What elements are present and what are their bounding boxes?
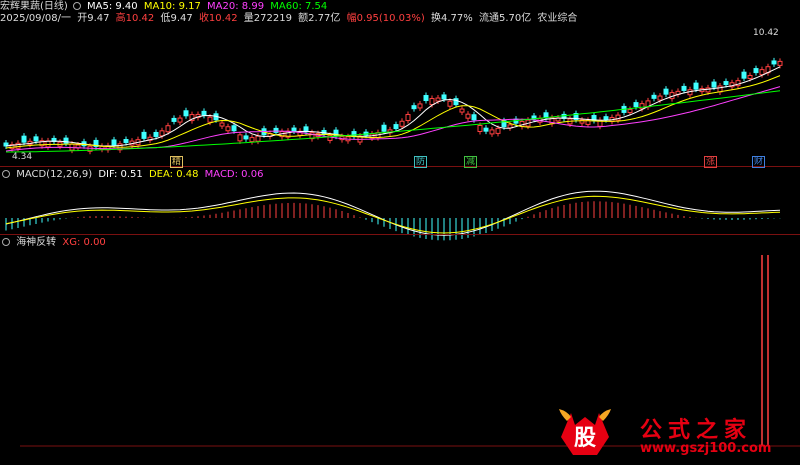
dif-line <box>5 190 781 236</box>
candle-body <box>423 95 429 102</box>
candle-body <box>723 81 729 86</box>
candle-body <box>411 105 417 110</box>
candle-body <box>291 127 297 132</box>
candle-body <box>489 129 495 135</box>
candle-body <box>273 127 279 133</box>
signal-tag-jing[interactable]: 精 <box>170 156 184 168</box>
candle-body <box>651 94 657 99</box>
candle-body <box>165 125 171 133</box>
gszj-logo-icon: 股 <box>559 409 611 455</box>
settings-icon[interactable] <box>2 170 10 178</box>
dea-line <box>5 195 781 234</box>
candle-body <box>207 116 213 123</box>
xg-signal-series <box>761 255 769 446</box>
candle-body <box>159 130 165 137</box>
candle-body <box>435 97 441 102</box>
candle-body <box>483 127 489 132</box>
panel-divider <box>0 166 800 167</box>
candle-body <box>255 135 261 142</box>
macd-series <box>5 190 781 241</box>
candle-body <box>111 139 117 146</box>
candle-body <box>141 131 147 139</box>
macd-title[interactable]: MACD(12,26,9) <box>16 169 92 180</box>
candle-body <box>753 68 759 74</box>
candle-body <box>495 127 501 134</box>
ma5-line <box>5 66 781 147</box>
ma10-line <box>5 75 781 149</box>
panel-divider <box>0 234 800 235</box>
candle-body <box>327 134 333 141</box>
candle-body <box>663 88 669 95</box>
candle-body <box>225 126 231 132</box>
watermark-logo-char: 股 <box>574 426 596 451</box>
low-price-label: 4.34 <box>12 152 33 162</box>
candle-body <box>747 74 753 79</box>
candle-body <box>477 124 483 132</box>
candle-body <box>231 125 237 132</box>
candle-body <box>21 135 27 143</box>
candle-body <box>237 134 243 142</box>
candle-body <box>243 135 249 140</box>
candle-body <box>219 122 225 127</box>
candle-body <box>693 82 699 90</box>
moving-average-lines <box>5 66 781 153</box>
candle-body <box>771 60 777 65</box>
candle-body <box>171 117 177 122</box>
candle-body <box>123 139 129 144</box>
signal-tag-jian[interactable]: 减 <box>464 156 478 168</box>
high-price-label: 10.42 <box>753 28 779 38</box>
candle-body <box>741 71 747 79</box>
candlestick-series <box>3 57 783 155</box>
chart-canvas[interactable] <box>0 0 800 465</box>
signal-tag-cai[interactable]: 财 <box>752 156 766 168</box>
candle-body <box>183 110 189 117</box>
ma20-line <box>5 86 781 152</box>
indicator-name[interactable]: 海神反转 <box>16 237 56 248</box>
candle-body <box>201 110 207 116</box>
macd-dea: DEA: 0.48 <box>148 169 199 180</box>
candle-body <box>711 81 717 88</box>
candle-body <box>177 117 183 123</box>
candle-body <box>603 116 609 121</box>
candle-body <box>759 69 765 76</box>
indicator-header: 海神反转 XG: 0.00 <box>0 237 109 249</box>
candle-body <box>45 140 51 148</box>
macd-dif: DIF: 0.51 <box>98 169 143 180</box>
candle-body <box>405 114 411 122</box>
signal-tag-zhang[interactable]: 涨 <box>704 156 718 168</box>
candle-body <box>459 108 465 113</box>
candle-body <box>465 113 471 119</box>
macd-value: MACD: 0.06 <box>204 169 264 180</box>
candle-body <box>381 124 387 132</box>
candle-body <box>657 95 663 101</box>
candle-body <box>447 100 453 107</box>
macd-header: MACD(12,26,9) DIF: 0.51 DEA: 0.48 MACD: … <box>0 169 266 181</box>
watermark-url: www.gszj100.com <box>640 441 772 456</box>
candle-body <box>777 60 783 66</box>
watermark-text: 公式之家 <box>640 417 753 443</box>
candle-body <box>627 109 633 114</box>
candle-body <box>453 98 459 106</box>
candle-body <box>417 103 423 109</box>
candle-body <box>705 87 711 93</box>
candle-body <box>393 124 399 130</box>
candle-body <box>429 98 435 106</box>
candle-body <box>471 114 477 121</box>
candle-body <box>249 137 255 143</box>
candle-body <box>33 136 39 142</box>
signal-tag-fang[interactable]: 防 <box>414 156 428 168</box>
candle-body <box>63 137 69 144</box>
settings-icon[interactable] <box>2 238 10 246</box>
candle-body <box>153 131 159 137</box>
candle-body <box>399 120 405 127</box>
candle-body <box>615 114 621 121</box>
candle-body <box>681 85 687 91</box>
candle-body <box>633 102 639 108</box>
xg-value: XG: 0.00 <box>62 237 106 248</box>
candle-body <box>441 94 447 100</box>
